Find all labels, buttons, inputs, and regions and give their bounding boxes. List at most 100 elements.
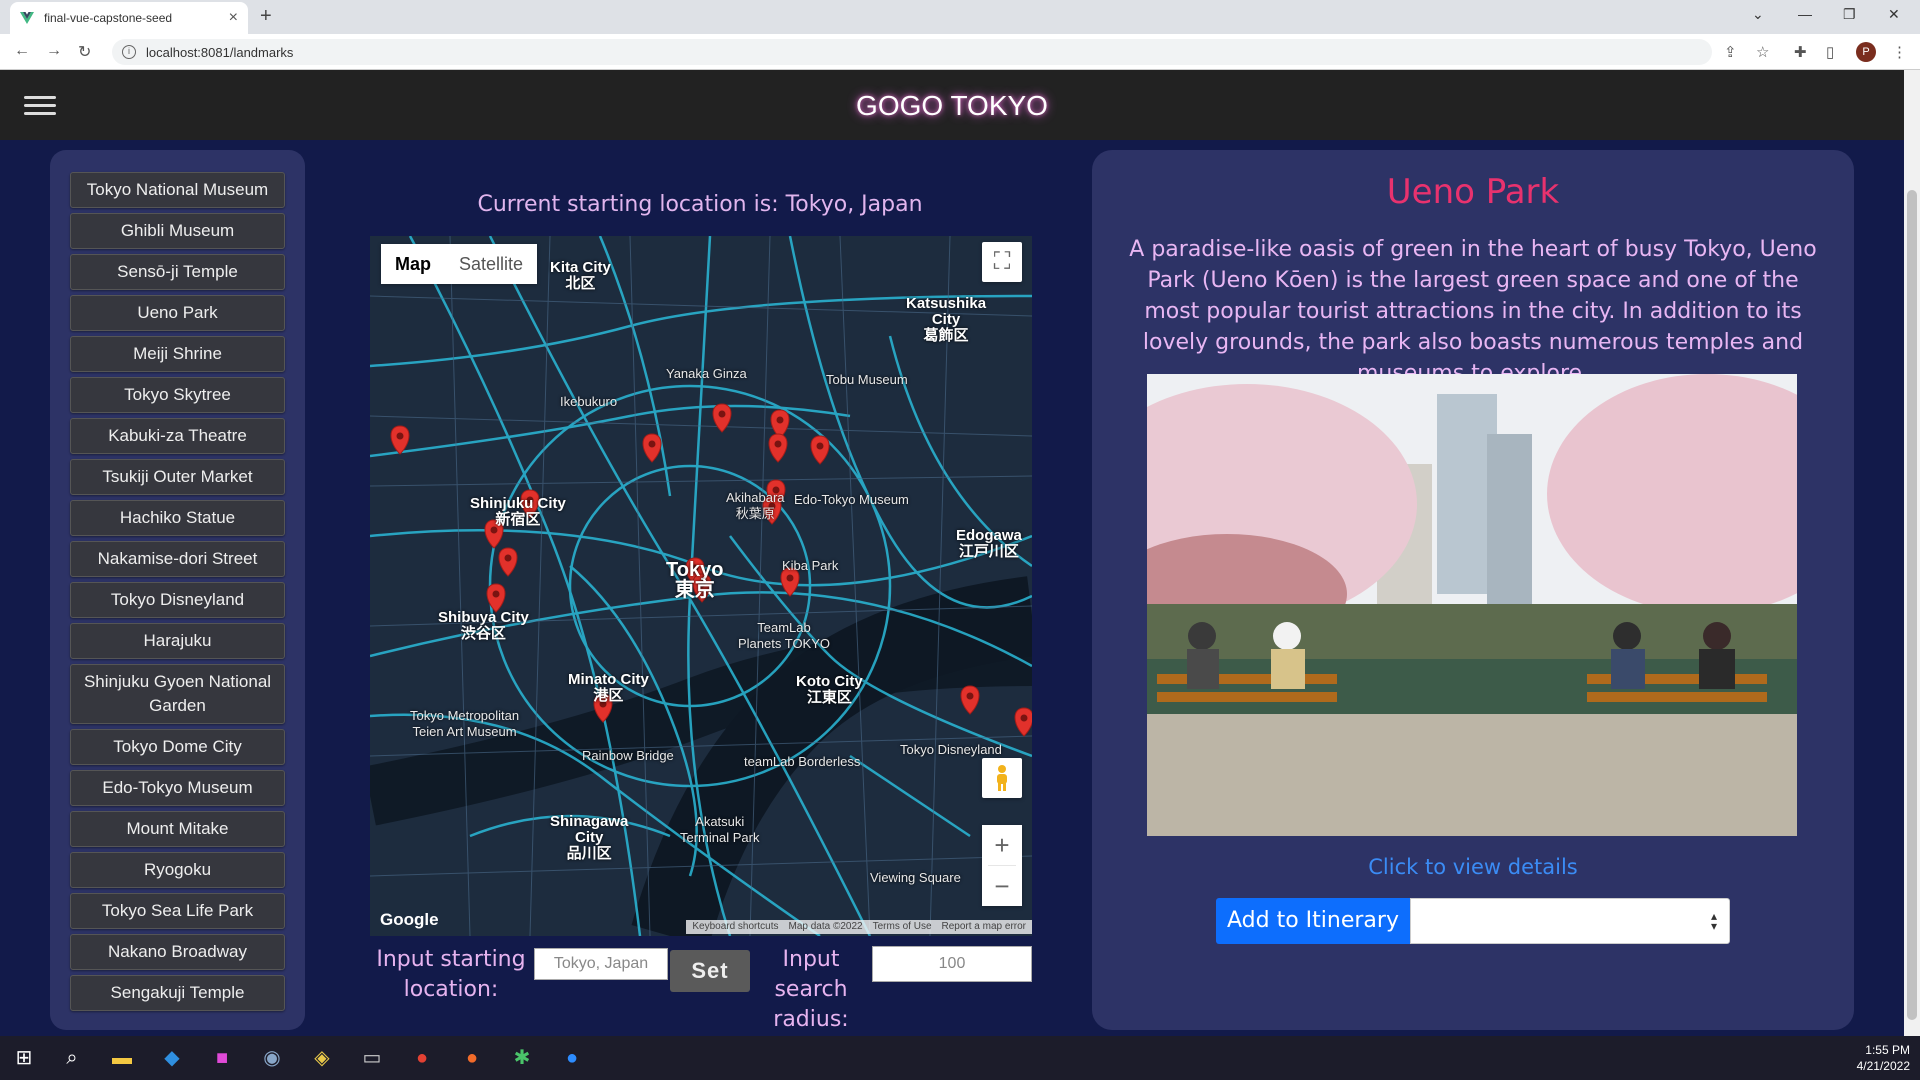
fullscreen-icon[interactable]: ⛶	[982, 242, 1022, 282]
close-window-icon[interactable]: ✕	[1888, 6, 1900, 23]
vscode-icon[interactable]: ◆	[158, 1044, 186, 1072]
map-marker[interactable]	[390, 425, 410, 455]
landmark-button[interactable]: Kabuki-za Theatre	[70, 418, 285, 454]
landmark-detail-panel: Ueno Park A paradise-like oasis of green…	[1092, 150, 1854, 1030]
map-label: Shinagawa City 品川区	[550, 813, 629, 862]
close-tab-icon[interactable]: ×	[229, 9, 238, 27]
landmark-button[interactable]: Tokyo Disneyland	[70, 582, 285, 618]
landmark-button[interactable]: Sensō-ji Temple	[70, 254, 285, 290]
landmark-button[interactable]: Edo-Tokyo Museum	[70, 770, 285, 806]
keyboard-shortcuts-link[interactable]: Keyboard shortcuts	[692, 920, 778, 934]
map-label: Edogawa 江戸川区	[956, 527, 1022, 560]
landmark-button[interactable]: Harajuku	[70, 623, 285, 659]
google-logo: Google	[380, 910, 439, 929]
landmark-button[interactable]: Nakano Broadway	[70, 934, 285, 970]
add-to-itinerary-button[interactable]: Add to Itinerary	[1216, 898, 1410, 944]
share-icon[interactable]: ⇪	[1724, 43, 1737, 61]
map-marker[interactable]	[486, 583, 506, 613]
system-clock[interactable]: 1:55 PM 4/21/2022	[1857, 1042, 1910, 1074]
restore-icon[interactable]: ❐	[1843, 6, 1856, 23]
browser-toolbar: ← → ↻ i localhost:8081/landmarks ⇪ ☆ ✚ ▯…	[0, 34, 1920, 70]
reload-icon[interactable]: ↻	[78, 42, 91, 62]
map-type-satellite-button[interactable]: Satellite	[445, 244, 537, 284]
landmark-button[interactable]: Mount Mitake	[70, 811, 285, 847]
landmark-button[interactable]: Hachiko Statue	[70, 500, 285, 536]
profile-avatar[interactable]: P	[1856, 42, 1876, 62]
start-location-label: Input starting location:	[376, 947, 526, 1002]
landmark-button[interactable]: Sengakuji Temple	[70, 975, 285, 1011]
map-marker[interactable]	[1014, 707, 1032, 737]
map-marker[interactable]	[498, 547, 518, 577]
start-location-input[interactable]: Tokyo, Japan	[534, 948, 668, 980]
clock-time: 1:55 PM	[1865, 1043, 1910, 1057]
site-info-icon[interactable]: i	[122, 45, 136, 59]
forward-icon[interactable]: →	[46, 42, 62, 60]
landmark-button[interactable]: Tokyo Skytree	[70, 377, 285, 413]
map-label: TeamLab Planets TOKYO	[738, 620, 831, 651]
report-error-link[interactable]: Report a map error	[942, 920, 1026, 934]
intellij-icon[interactable]: ■	[208, 1044, 236, 1072]
landmark-button[interactable]: Ueno Park	[70, 295, 285, 331]
side-panel-icon[interactable]: ▯	[1826, 43, 1834, 61]
map-type-map-button[interactable]: Map	[381, 244, 445, 284]
chrome-icon[interactable]: ●	[408, 1044, 436, 1072]
map-label: Minato City 港区	[568, 671, 649, 704]
landmark-button[interactable]: Ghibli Museum	[70, 213, 285, 249]
set-button[interactable]: Set	[670, 950, 750, 992]
terminal-icon[interactable]: ▭	[358, 1044, 386, 1072]
google-map[interactable]: Tokyo 東京 Shinjuku City 新宿区 Shibuya City …	[370, 236, 1032, 936]
address-bar[interactable]: i localhost:8081/landmarks	[112, 39, 1712, 65]
git-icon[interactable]: ◈	[308, 1044, 336, 1072]
street-view-pegman-icon[interactable]	[982, 758, 1022, 798]
landmark-button[interactable]: Tokyo Sea Life Park	[70, 893, 285, 929]
map-label: Akatsuki Terminal Park	[680, 814, 760, 845]
zoom-icon[interactable]: ●	[558, 1044, 586, 1072]
map-label: Edo-Tokyo Museum	[794, 492, 909, 507]
map-marker[interactable]	[810, 435, 830, 465]
postman-icon[interactable]: ●	[458, 1044, 486, 1072]
map-marker[interactable]	[642, 433, 662, 463]
landmark-button[interactable]: Ryogoku	[70, 852, 285, 888]
terms-link[interactable]: Terms of Use	[873, 920, 932, 934]
browser-tab[interactable]: final-vue-capstone-seed ×	[10, 2, 248, 34]
tab-search-icon[interactable]: ⌄	[1752, 6, 1764, 23]
extensions-icon[interactable]: ✚	[1794, 43, 1807, 61]
search-icon[interactable]: ⌕	[58, 1044, 86, 1072]
map-label: Akihabara 秋葉原	[726, 490, 785, 521]
landmark-button[interactable]: Shinjuku Gyoen National Garden	[70, 664, 285, 724]
back-icon[interactable]: ←	[14, 42, 30, 60]
file-explorer-icon[interactable]: ▬	[108, 1044, 136, 1072]
map-marker[interactable]	[712, 403, 732, 433]
scrollbar-thumb[interactable]	[1907, 190, 1917, 1020]
landmark-button[interactable]: Nakamise-dori Street	[70, 541, 285, 577]
search-radius-input[interactable]: 100	[872, 946, 1032, 982]
map-marker[interactable]	[960, 685, 980, 715]
menu-kebab-icon[interactable]: ⋮	[1892, 43, 1907, 61]
itinerary-select[interactable]: ▴ ▾	[1410, 898, 1730, 944]
landmark-sidebar: Tokyo National Museum Ghibli Museum Sens…	[50, 150, 305, 1030]
view-details-link[interactable]: Click to view details	[1092, 855, 1854, 879]
url-text: localhost:8081/landmarks	[146, 44, 294, 60]
bookmark-star-icon[interactable]: ☆	[1756, 43, 1769, 61]
map-label: Viewing Square	[870, 870, 961, 885]
windows-start-icon[interactable]: ⊞	[10, 1044, 38, 1072]
map-marker[interactable]	[768, 433, 788, 463]
postgres-icon[interactable]: ◉	[258, 1044, 286, 1072]
landmark-button[interactable]: Tokyo Dome City	[70, 729, 285, 765]
landmark-button[interactable]: Tokyo National Museum	[70, 172, 285, 208]
minimize-icon[interactable]: —	[1798, 6, 1812, 22]
zoom-in-icon[interactable]: +	[982, 825, 1022, 865]
zoom-out-icon[interactable]: −	[982, 866, 1022, 906]
page-scrollbar[interactable]	[1904, 70, 1920, 1036]
map-label: Kiba Park	[782, 558, 839, 573]
app-header: GOGO TOKYO	[0, 70, 1904, 140]
landmark-button[interactable]: Meiji Shrine	[70, 336, 285, 372]
map-label: Yanaka Ginza	[666, 366, 747, 381]
slack-icon[interactable]: ✱	[508, 1044, 536, 1072]
map-label: Katsushika City 葛飾区	[906, 295, 987, 344]
landmark-description: A paradise-like oasis of green in the he…	[1129, 237, 1817, 386]
landmark-button[interactable]: Tsukiji Outer Market	[70, 459, 285, 495]
main-content: Tokyo National Museum Ghibli Museum Sens…	[0, 140, 1904, 1032]
select-arrows-icon: ▴ ▾	[1710, 909, 1717, 933]
new-tab-icon[interactable]: +	[260, 5, 272, 28]
